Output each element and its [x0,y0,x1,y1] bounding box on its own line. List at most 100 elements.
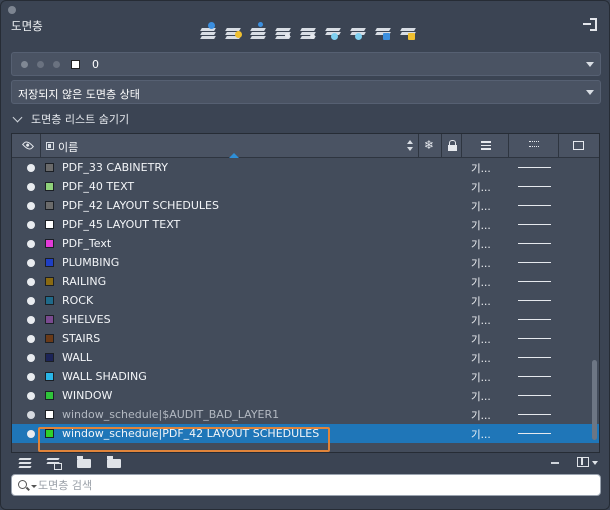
layer-color-swatch[interactable] [45,258,54,267]
column-lock[interactable] [442,134,462,158]
chevron-down-icon[interactable] [592,461,598,465]
layer-color-swatch[interactable] [45,163,54,172]
freeze-icon[interactable] [324,22,342,42]
layer-linetype[interactable]: 기... [471,408,491,423]
table-row[interactable]: window_schedule|$AUDIT_BAD_LAYER1 기... [12,405,599,424]
new-layer-vp-frozen-icon[interactable] [224,22,242,42]
layer-linetype[interactable]: 기... [471,275,491,290]
lock-icon[interactable] [374,22,392,42]
visibility-toggle[interactable] [27,392,35,400]
layer-color-swatch[interactable] [45,353,54,362]
table-row[interactable]: SHELVES 기... [12,310,599,329]
unlock-icon[interactable] [399,22,417,42]
visibility-toggle[interactable] [27,221,35,229]
layer-linetype[interactable]: 기... [471,332,491,347]
layer-color-swatch[interactable] [45,372,54,381]
table-row[interactable]: ROCK 기... [12,291,599,310]
layer-linetype[interactable]: 기... [471,218,491,233]
layer-linetype[interactable]: 기... [471,370,491,385]
layer-linetype[interactable]: 기... [471,180,491,195]
visibility-toggle[interactable] [27,430,35,438]
layer-lineweight[interactable] [518,395,551,396]
layer-linetype[interactable]: 기... [471,294,491,309]
save-folder-icon[interactable] [107,455,123,469]
layer-lineweight[interactable] [518,338,551,339]
table-row[interactable]: PDF_33 CABINETRY 기... [12,158,599,177]
layer-linetype[interactable]: 기... [471,256,491,271]
hide-layer-list-toggle[interactable]: 도면층 리스트 숨기기 [12,111,129,127]
table-row[interactable]: STAIRS 기... [12,329,599,348]
layer-walk-icon[interactable] [46,455,63,470]
visibility-toggle[interactable] [27,278,35,286]
search-input[interactable] [38,477,588,494]
open-folder-icon[interactable] [77,455,93,469]
layer-lineweight[interactable] [518,319,551,320]
visibility-toggle[interactable] [27,373,35,381]
column-plot[interactable] [559,134,599,158]
layer-color-swatch[interactable] [45,239,54,248]
visibility-toggle[interactable] [27,202,35,210]
layer-lineweight[interactable] [518,224,551,225]
table-row[interactable]: PLUMBING 기... [12,253,599,272]
exit-icon[interactable] [583,17,597,33]
visibility-toggle[interactable] [27,240,35,248]
current-layer-dropdown[interactable]: 0 [11,52,601,76]
layer-color-swatch[interactable] [45,296,54,305]
visibility-toggle[interactable] [27,297,35,305]
visibility-toggle[interactable] [27,411,35,419]
layer-linetype[interactable]: 기... [471,389,491,404]
column-visibility[interactable] [12,134,41,158]
layer-lineweight[interactable] [518,433,551,434]
scrollbar[interactable] [592,360,597,440]
column-lineweight[interactable] [509,134,559,158]
table-row[interactable]: RAILING 기... [12,272,599,291]
layer-color-swatch[interactable] [45,334,54,343]
layer-linetype[interactable]: 기... [471,427,491,442]
layer-color-swatch[interactable] [45,220,54,229]
visibility-toggle[interactable] [27,259,35,267]
layer-properties-icon[interactable] [18,455,35,469]
chevron-down-icon[interactable] [31,485,37,488]
visibility-toggle[interactable] [27,164,35,172]
layer-lineweight[interactable] [518,167,551,168]
new-layer-icon[interactable] [199,22,217,42]
layer-color-swatch[interactable] [45,391,54,400]
layer-lineweight[interactable] [518,281,551,282]
table-row[interactable]: WINDOW 기... [12,386,599,405]
layer-color-swatch[interactable] [45,410,54,419]
layer-states-icon[interactable] [299,22,317,42]
visibility-toggle[interactable] [27,335,35,343]
layer-linetype[interactable]: 기... [471,161,491,176]
layer-linetype[interactable]: 기... [471,313,491,328]
column-linetype[interactable] [462,134,509,158]
isolate-icon[interactable] [349,22,367,42]
layer-state-dropdown[interactable]: 저장되지 않은 도면층 상태 [11,80,601,104]
layer-color-swatch[interactable] [45,201,54,210]
table-row[interactable]: PDF_Text 기... [12,234,599,253]
table-row[interactable]: PDF_40 TEXT 기... [12,177,599,196]
window-close-dot[interactable] [8,6,16,14]
layer-color-swatch[interactable] [45,315,54,324]
table-row[interactable]: WALL 기... [12,348,599,367]
layer-linetype[interactable]: 기... [471,237,491,252]
minus-icon[interactable] [551,462,559,464]
table-row[interactable]: PDF_42 LAYOUT SCHEDULES 기... [12,196,599,215]
table-row[interactable]: PDF_45 LAYOUT TEXT 기... [12,215,599,234]
layer-lineweight[interactable] [518,262,551,263]
layer-lineweight[interactable] [518,357,551,358]
set-current-icon[interactable] [274,22,292,42]
layer-lineweight[interactable] [518,186,551,187]
layer-lineweight[interactable] [518,300,551,301]
visibility-toggle[interactable] [27,316,35,324]
layer-linetype[interactable]: 기... [471,199,491,214]
column-freeze[interactable]: ❄ [419,134,442,158]
visibility-toggle[interactable] [27,183,35,191]
layer-lineweight[interactable] [518,243,551,244]
visibility-toggle[interactable] [27,354,35,362]
delete-layer-icon[interactable] [249,22,267,42]
layer-lineweight[interactable] [518,205,551,206]
layer-lineweight[interactable] [518,414,551,415]
layer-color-swatch[interactable] [45,277,54,286]
layer-color-swatch[interactable] [45,182,54,191]
search-icon[interactable] [18,480,27,489]
